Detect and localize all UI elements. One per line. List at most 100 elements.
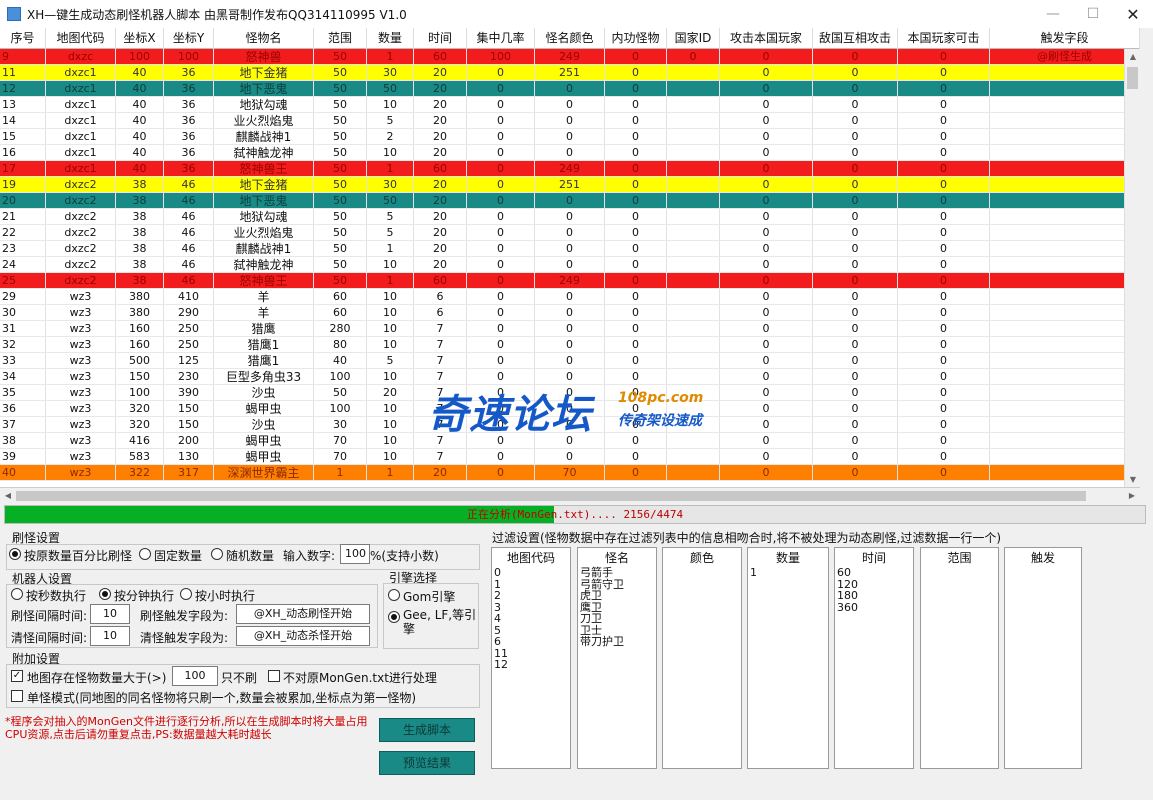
cell-focus-rate[interactable]: 0 [467,145,535,161]
cell-attack-own[interactable]: 0 [720,209,813,225]
cell-monster-name[interactable]: 怒神兽 [214,49,314,65]
filter-list-monster-name[interactable]: 弓箭手 弓箭守卫 虎卫 鹰卫 刀卫 卫士 带刀护卫 [577,566,657,769]
filter-item[interactable]: 0 [494,567,568,579]
generate-script-button[interactable]: 生成脚本 [379,718,475,742]
cell-country-id[interactable] [667,81,720,97]
cell-coord-x[interactable]: 38 [116,273,164,289]
cell-map-code[interactable]: dxzc1 [46,81,116,97]
cell-trigger[interactable] [990,129,1124,145]
cell-trigger[interactable] [990,289,1124,305]
cell-focus-rate[interactable]: 0 [467,177,535,193]
cell-enemy-attack[interactable]: 0 [813,161,898,177]
cell-country-id[interactable] [667,161,720,177]
input-number-field[interactable]: 100 [340,544,370,564]
cell-inner-monster[interactable]: 0 [605,209,667,225]
cell-coord-x[interactable]: 38 [116,209,164,225]
cell-map-code[interactable]: wz3 [46,465,116,481]
cell-coord-x[interactable]: 322 [116,465,164,481]
cell-inner-monster[interactable]: 0 [605,193,667,209]
cell-country-id[interactable] [667,353,720,369]
cell-time[interactable]: 20 [414,97,467,113]
cell-seq[interactable]: 35 [0,385,46,401]
cell-attack-own[interactable]: 0 [720,225,813,241]
radio-exec-minutes[interactable] [99,588,111,600]
filter-item[interactable]: 360 [837,601,911,614]
cell-range[interactable]: 50 [314,225,367,241]
preview-result-button[interactable]: 预览结果 [379,751,475,775]
cell-inner-monster[interactable]: 0 [605,65,667,81]
cell-enemy-attack[interactable]: 0 [813,177,898,193]
cell-own-attackable[interactable]: 0 [898,417,990,433]
cell-count[interactable]: 10 [367,97,414,113]
cell-enemy-attack[interactable]: 0 [813,257,898,273]
cell-enemy-attack[interactable]: 0 [813,289,898,305]
cell-attack-own[interactable]: 0 [720,337,813,353]
cell-focus-rate[interactable]: 0 [467,449,535,465]
cell-range[interactable]: 60 [314,305,367,321]
cell-focus-rate[interactable]: 100 [467,49,535,65]
cell-seq[interactable]: 36 [0,401,46,417]
cell-focus-rate[interactable]: 0 [467,225,535,241]
cell-count[interactable]: 2 [367,129,414,145]
cell-range[interactable]: 100 [314,369,367,385]
map-monster-limit-input[interactable]: 100 [172,666,218,686]
cell-map-code[interactable]: wz3 [46,385,116,401]
cell-count[interactable]: 10 [367,305,414,321]
cell-time[interactable]: 7 [414,449,467,465]
cell-attack-own[interactable]: 0 [720,81,813,97]
cell-attack-own[interactable]: 0 [720,193,813,209]
cell-time[interactable]: 20 [414,177,467,193]
cell-range[interactable]: 30 [314,417,367,433]
filter-list-count[interactable]: 1 [747,566,829,769]
cell-own-attackable[interactable]: 0 [898,305,990,321]
filter-list-color[interactable] [662,566,742,769]
cell-seq[interactable]: 17 [0,161,46,177]
header-monster-name[interactable]: 怪物名 [214,28,314,49]
cell-seq[interactable]: 22 [0,225,46,241]
cell-country-id[interactable] [667,145,720,161]
cell-trigger[interactable] [990,305,1124,321]
cell-inner-monster[interactable]: 0 [605,257,667,273]
cell-monster-name[interactable]: 羊 [214,305,314,321]
cell-coord-x[interactable]: 38 [116,225,164,241]
table-row[interactable]: 16 dxzc1 40 36 弑神触龙神 50 10 20 0 0 0 0 0 0 [0,145,1124,161]
cell-time[interactable]: 20 [414,193,467,209]
cell-trigger[interactable] [990,417,1124,433]
cell-time[interactable]: 60 [414,273,467,289]
cell-range[interactable]: 50 [314,209,367,225]
header-seq[interactable]: 序号 [0,28,46,49]
cell-count[interactable]: 1 [367,49,414,65]
cell-enemy-attack[interactable]: 0 [813,113,898,129]
cell-time[interactable]: 20 [414,81,467,97]
radio-exec-minutes-label[interactable]: 按分钟执行 [114,587,174,604]
cell-attack-own[interactable]: 0 [720,369,813,385]
cell-monster-name[interactable]: 麒麟战神1 [214,241,314,257]
cell-monster-name[interactable]: 地狱勾魂 [214,97,314,113]
cell-focus-rate[interactable]: 0 [467,257,535,273]
table-row[interactable]: 24 dxzc2 38 46 弑神触龙神 50 10 20 0 0 0 0 0 0 [0,257,1124,273]
cell-enemy-attack[interactable]: 0 [813,337,898,353]
cell-coord-x[interactable]: 40 [116,81,164,97]
cell-attack-own[interactable]: 0 [720,321,813,337]
cell-seq[interactable]: 40 [0,465,46,481]
cell-coord-y[interactable]: 150 [164,401,214,417]
table-row[interactable]: 29 wz3 380 410 羊 60 10 6 0 0 0 0 0 0 [0,289,1124,305]
cell-trigger[interactable] [990,209,1124,225]
checkbox-no-process-mongen-label[interactable]: 不对原MonGen.txt进行处理 [283,669,437,686]
cell-range[interactable]: 50 [314,161,367,177]
cell-coord-y[interactable]: 250 [164,337,214,353]
header-enemy-attack[interactable]: 敌国互相攻击 [813,28,898,49]
cell-own-attackable[interactable]: 0 [898,193,990,209]
cell-monster-name[interactable]: 地下金猪 [214,177,314,193]
cell-inner-monster[interactable]: 0 [605,129,667,145]
cell-attack-own[interactable]: 0 [720,273,813,289]
cell-time[interactable]: 60 [414,161,467,177]
cell-trigger[interactable] [990,401,1124,417]
cell-seq[interactable]: 11 [0,65,46,81]
cell-range[interactable]: 50 [314,129,367,145]
cell-coord-y[interactable]: 317 [164,465,214,481]
cell-own-attackable[interactable]: 0 [898,113,990,129]
cell-country-id[interactable] [667,289,720,305]
cell-coord-y[interactable]: 36 [164,145,214,161]
cell-range[interactable]: 70 [314,433,367,449]
